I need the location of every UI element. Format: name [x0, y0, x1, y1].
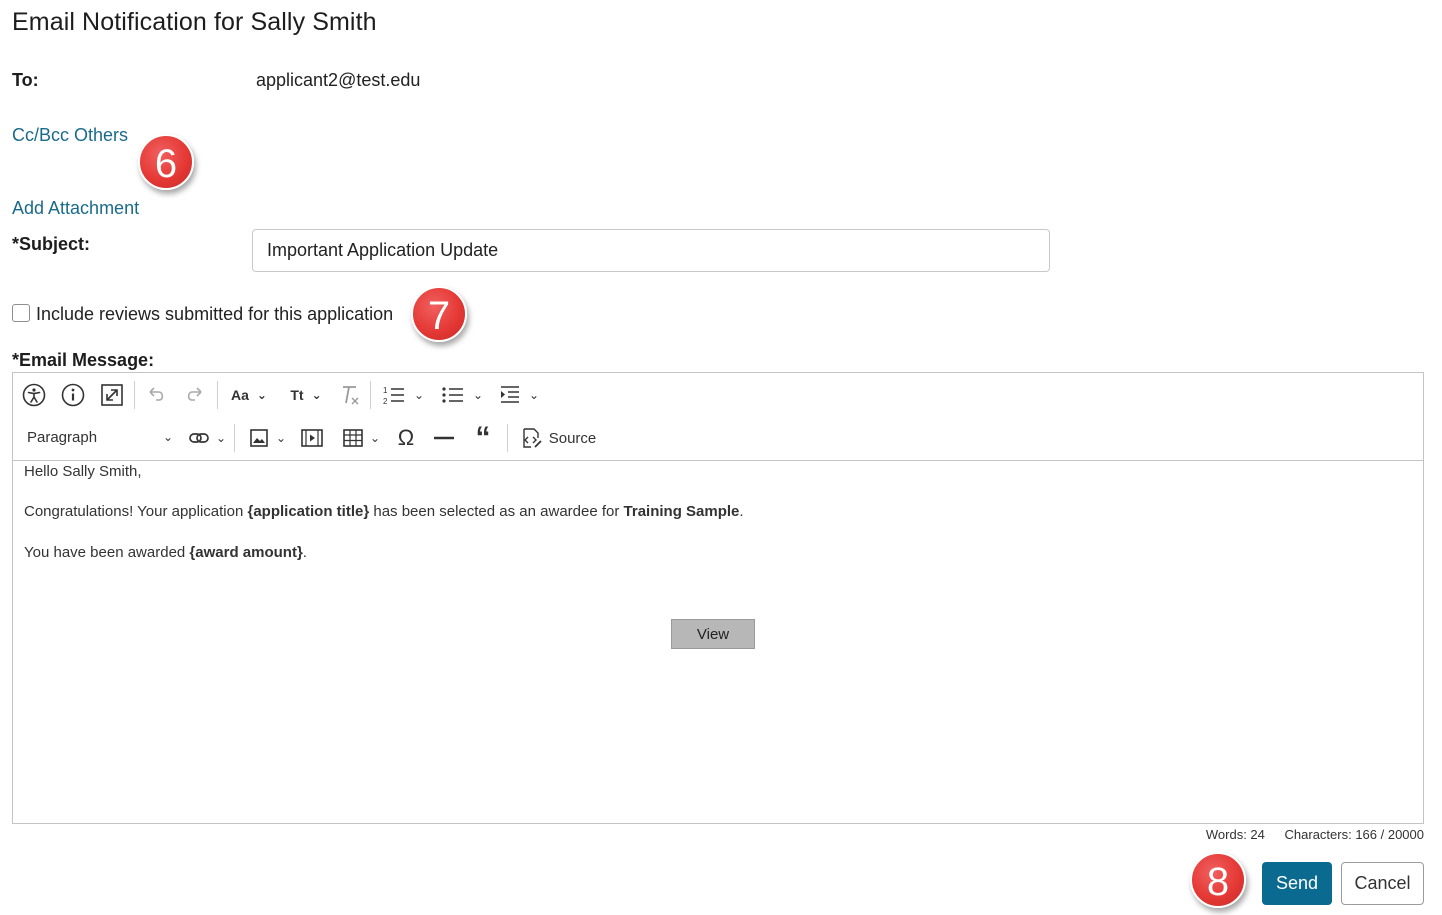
font-family-label: Aa [231, 387, 249, 403]
source-label: Source [548, 429, 597, 447]
email-message-label: *Email Message: [12, 350, 155, 370]
svg-text:2: 2 [383, 397, 388, 406]
body-line-1: Congratulations! Your application {appli… [24, 503, 744, 520]
bulleted-list-icon[interactable]: ⌄ [438, 383, 486, 407]
image-icon[interactable]: ⌄ [244, 426, 290, 450]
source-button[interactable]: Source [518, 425, 598, 451]
toolbar-separator [507, 424, 508, 452]
toolbar-separator [234, 424, 235, 452]
toolbar-separator [370, 381, 371, 409]
paragraph-label: Paragraph [27, 428, 98, 446]
character-count: Characters: 166 / 20000 [1284, 827, 1424, 842]
page-title: Email Notification for Sally Smith [12, 8, 377, 36]
cancel-button[interactable]: Cancel [1341, 862, 1424, 905]
special-characters-icon[interactable]: Ω [393, 425, 419, 450]
cc-bcc-link[interactable]: Cc/Bcc Others [12, 125, 128, 146]
remove-format-icon[interactable] [337, 383, 363, 407]
subject-label: *Subject: [12, 234, 91, 254]
svg-text:1: 1 [383, 386, 388, 395]
include-reviews-checkbox[interactable] [12, 304, 30, 322]
step-badge-6: 6 [138, 134, 194, 190]
toolbar-separator [217, 381, 218, 409]
step-badge-7: 7 [411, 286, 467, 342]
font-size-label: Tt [290, 387, 304, 403]
toolbar-separator [134, 381, 135, 409]
undo-icon[interactable] [144, 383, 168, 407]
send-button[interactable]: Send [1262, 862, 1332, 905]
editor-toolbar: Aa ⌄ Tt ⌄ 12 ⌄ ⌄ ⌄ Paragraph ⌄ ⌄ ⌄ ⌄ Ω “… [13, 373, 1423, 461]
editor-counts: Words: 24 Characters: 166 / 20000 [1206, 827, 1424, 842]
horizontal-line-icon[interactable] [431, 426, 457, 450]
media-icon[interactable] [299, 426, 325, 450]
redo-icon[interactable] [183, 383, 207, 407]
to-label: To: [12, 70, 39, 90]
body-greeting: Hello Sally Smith, [24, 463, 142, 480]
step-badge-8: 8 [1190, 852, 1246, 908]
subject-input[interactable] [252, 229, 1050, 272]
rich-text-editor: Aa ⌄ Tt ⌄ 12 ⌄ ⌄ ⌄ Paragraph ⌄ ⌄ ⌄ ⌄ Ω “… [12, 372, 1424, 824]
to-value: applicant2@test.edu [256, 70, 421, 90]
word-count: Words: 24 [1205, 827, 1265, 842]
add-attachment-link[interactable]: Add Attachment [12, 198, 139, 219]
fullscreen-icon[interactable] [99, 382, 125, 408]
font-size-icon[interactable]: Tt ⌄ [285, 383, 327, 407]
info-icon[interactable] [60, 382, 86, 408]
numbered-list-icon[interactable]: 12 ⌄ [379, 383, 427, 407]
blockquote-icon[interactable]: “ [470, 423, 496, 453]
body-line-2: You have been awarded {award amount}. [24, 544, 307, 561]
link-icon[interactable]: ⌄ [185, 426, 229, 450]
indent-icon[interactable]: ⌄ [497, 383, 541, 407]
include-reviews-label: Include reviews submitted for this appli… [36, 304, 394, 324]
view-button[interactable]: View [671, 619, 755, 649]
source-icon [523, 428, 542, 448]
accessibility-icon[interactable] [21, 382, 47, 408]
paragraph-dropdown[interactable]: Paragraph ⌄ [27, 425, 173, 449]
font-family-icon[interactable]: Aa ⌄ [227, 383, 271, 407]
table-icon[interactable]: ⌄ [339, 426, 383, 450]
